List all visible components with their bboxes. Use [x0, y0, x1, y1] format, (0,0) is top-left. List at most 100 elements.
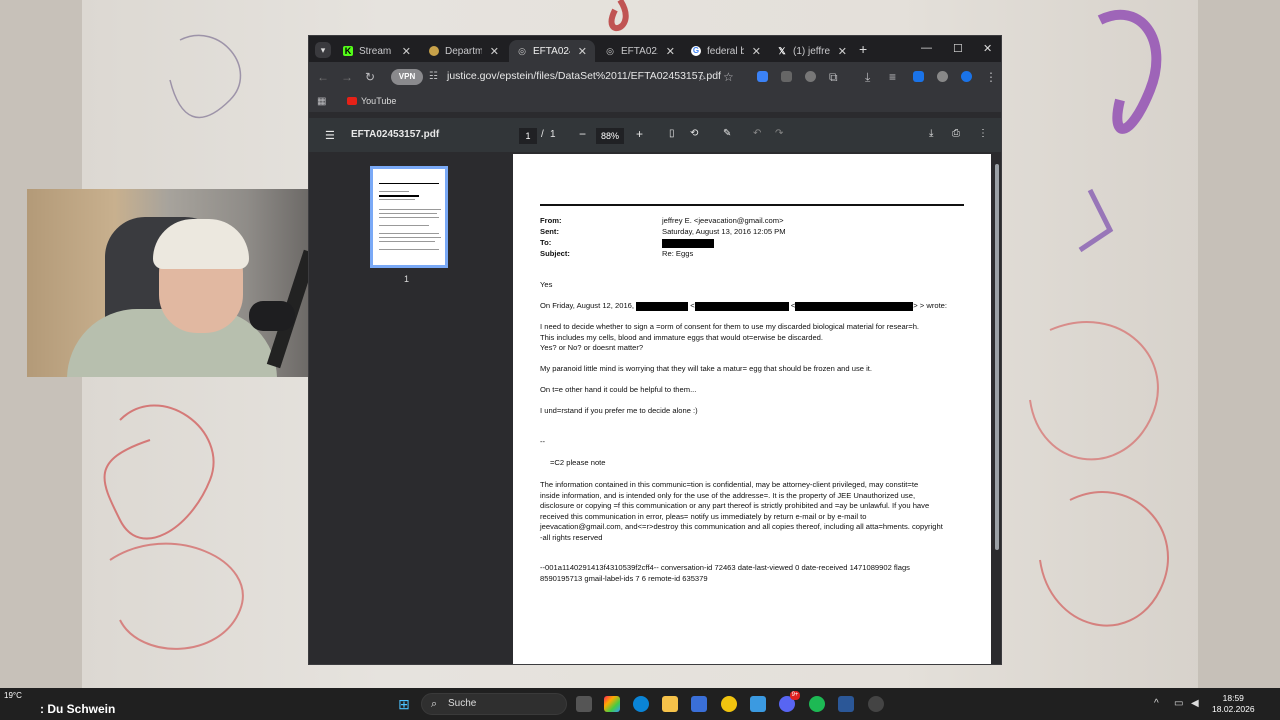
undo-icon[interactable]: ↶ — [753, 128, 761, 139]
app-f-icon[interactable] — [750, 696, 766, 712]
volume-icon[interactable]: ◀ — [1191, 698, 1199, 709]
tab-strip: ▾ K Stream - K ✕ Departmen ✕ ◎ EFTA0245 … — [309, 36, 1001, 62]
chrome-icon[interactable] — [721, 696, 737, 712]
close-icon[interactable]: ✕ — [838, 45, 847, 58]
tab-title: EFTA0245 — [533, 45, 570, 57]
search-label: Suche — [448, 698, 477, 709]
new-tab-button[interactable]: + — [859, 42, 867, 56]
webcam-person-hair — [153, 219, 249, 269]
please-note: =C2 please note — [550, 458, 606, 467]
extension-circle-icon[interactable] — [805, 71, 816, 82]
close-icon[interactable]: ✕ — [402, 45, 411, 58]
pdf-scrollbar-thumb[interactable] — [995, 164, 999, 550]
redaction — [636, 301, 689, 311]
fit-page-icon[interactable]: ▯ — [669, 128, 675, 139]
close-icon[interactable]: ✕ — [666, 45, 675, 58]
zoom-level-input[interactable]: 88% — [596, 128, 624, 144]
spotify-icon[interactable] — [809, 696, 825, 712]
extension-video-icon[interactable] — [781, 71, 792, 82]
close-window-button[interactable]: ✕ — [983, 42, 992, 55]
sidebar-icon[interactable] — [913, 71, 924, 82]
zoom-in-icon[interactable]: + — [636, 127, 643, 141]
close-icon[interactable]: ✕ — [578, 45, 587, 58]
clock-date: 18.02.2026 — [1212, 704, 1255, 714]
pdf-page: From: jeffrey E. <jeevacation@gmail.com>… — [513, 154, 991, 664]
close-icon[interactable]: ✕ — [490, 45, 499, 58]
notification-badge: 9+ — [790, 691, 800, 700]
zoom-search-icon[interactable]: ⌕ — [699, 70, 706, 84]
app-v-icon[interactable] — [838, 696, 854, 712]
maximize-button[interactable]: ☐ — [953, 42, 963, 55]
tab-jeffrey[interactable]: 𝕏 (1) jeffrey ✕ — [769, 40, 855, 62]
pdf-toolbar: ☰ EFTA02453157.pdf / 1 − + ▯ ⟲ ✎ ↶ ↷ ⤓ ⎙… — [309, 118, 1001, 152]
tab-title: federal bu — [707, 45, 744, 57]
legal-line-5: jeevacation@gmail.com, and<=r>destroy th… — [540, 522, 943, 531]
tab-search-icon[interactable]: ▾ — [315, 42, 331, 58]
sync-icon[interactable] — [961, 71, 972, 82]
annotate-icon[interactable]: ✎ — [723, 128, 731, 139]
vpn-button[interactable]: VPN — [391, 69, 423, 85]
youtube-icon — [347, 97, 357, 105]
pdf-more-icon[interactable]: ⋮ — [978, 128, 988, 139]
copilot-icon[interactable] — [604, 696, 620, 712]
google-icon: G — [691, 46, 701, 56]
extension-shield-icon[interactable] — [757, 71, 768, 82]
obs-icon[interactable] — [868, 696, 884, 712]
system-clock[interactable]: 18:59 18.02.2026 — [1212, 693, 1255, 715]
print-icon[interactable]: ⎙ — [952, 128, 960, 139]
pdf-download-icon[interactable]: ⤓ — [929, 128, 933, 139]
globe-icon: ◎ — [518, 46, 526, 56]
tab-efta0213[interactable]: ◎ EFTA0213 ✕ — [597, 40, 683, 62]
thumbnail-page-number: 1 — [404, 274, 410, 284]
subject-label: Subject: — [540, 249, 570, 258]
taskbar: 19°C : Du Schwein ⊞ ⌕ Suche 9+ ^ ▭ ◀ 18:… — [0, 688, 1280, 720]
browser-window: ▾ K Stream - K ✕ Departmen ✕ ◎ EFTA0245 … — [308, 35, 1002, 665]
edge-icon[interactable] — [633, 696, 649, 712]
address-bar[interactable]: justice.gov/epstein/files/DataSet%2011/E… — [447, 70, 721, 82]
metadata-line-1: --001a1140291413f4310539f2cff4-- convers… — [540, 563, 910, 572]
tab-title: EFTA0213 — [621, 45, 658, 57]
zoom-out-icon[interactable]: − — [579, 127, 586, 141]
extensions-puzzle-icon[interactable]: ⧉ — [829, 70, 838, 84]
minimize-button[interactable]: — — [921, 42, 932, 54]
tray-chevron-icon[interactable]: ^ — [1154, 698, 1159, 709]
menu-dots-icon[interactable]: ⋮ — [985, 70, 997, 84]
back-icon[interactable]: ← — [317, 70, 329, 84]
network-icon[interactable]: ▭ — [1174, 698, 1183, 709]
redo-icon[interactable]: ↷ — [775, 128, 783, 139]
download-icon[interactable]: ⤓ — [865, 70, 870, 84]
close-icon[interactable]: ✕ — [752, 45, 761, 58]
reload-icon[interactable]: ↻ — [365, 70, 375, 84]
pdf-menu-icon[interactable]: ☰ — [325, 129, 335, 142]
tab-stream[interactable]: K Stream - K ✕ — [335, 40, 419, 62]
redaction — [694, 301, 789, 311]
tab-title: (1) jeffrey — [793, 45, 830, 57]
page-thumbnail[interactable] — [370, 166, 448, 268]
apps-grid-icon[interactable]: ▦ — [317, 95, 326, 109]
browser-toolbar: ← → ↻ VPN ☷ justice.gov/epstein/files/Da… — [309, 62, 1001, 92]
tab-department[interactable]: Departmen ✕ — [421, 40, 507, 62]
windows-start-icon[interactable]: ⊞ — [396, 696, 412, 712]
page-number-input[interactable]: 1 — [519, 128, 537, 144]
bookmark-star-icon[interactable]: ☆ — [723, 70, 734, 84]
page-total: 1 — [550, 129, 556, 140]
weather-widget[interactable]: 19°C — [4, 691, 22, 700]
task-view-icon[interactable] — [576, 696, 592, 712]
tab-federal[interactable]: G federal bu ✕ — [683, 40, 769, 62]
media-icon[interactable]: ≡ — [889, 70, 896, 84]
to-value-redacted — [662, 238, 714, 249]
forward-icon[interactable]: → — [341, 70, 353, 84]
quote-para-4: I und=rstand if you prefer me to decide … — [540, 406, 698, 415]
stream-overlay-text: : Du Schwein — [40, 702, 116, 716]
taskbar-search[interactable]: ⌕ Suche — [421, 693, 567, 715]
bookmark-youtube[interactable]: YouTube — [347, 96, 396, 106]
tab-efta02453157[interactable]: ◎ EFTA0245 ✕ — [509, 40, 595, 62]
rotate-icon[interactable]: ⟲ — [690, 128, 698, 139]
pdf-viewer: From: jeffrey E. <jeevacation@gmail.com>… — [511, 152, 1001, 664]
profile-icon[interactable] — [937, 71, 948, 82]
store-icon[interactable] — [691, 696, 707, 712]
site-info-icon[interactable]: ☷ — [429, 70, 438, 84]
file-explorer-icon[interactable] — [662, 696, 678, 712]
sent-value: Saturday, August 13, 2016 12:05 PM — [662, 227, 786, 236]
quote-para-1-line-2: This includes my cells, blood and immatu… — [540, 332, 824, 342]
